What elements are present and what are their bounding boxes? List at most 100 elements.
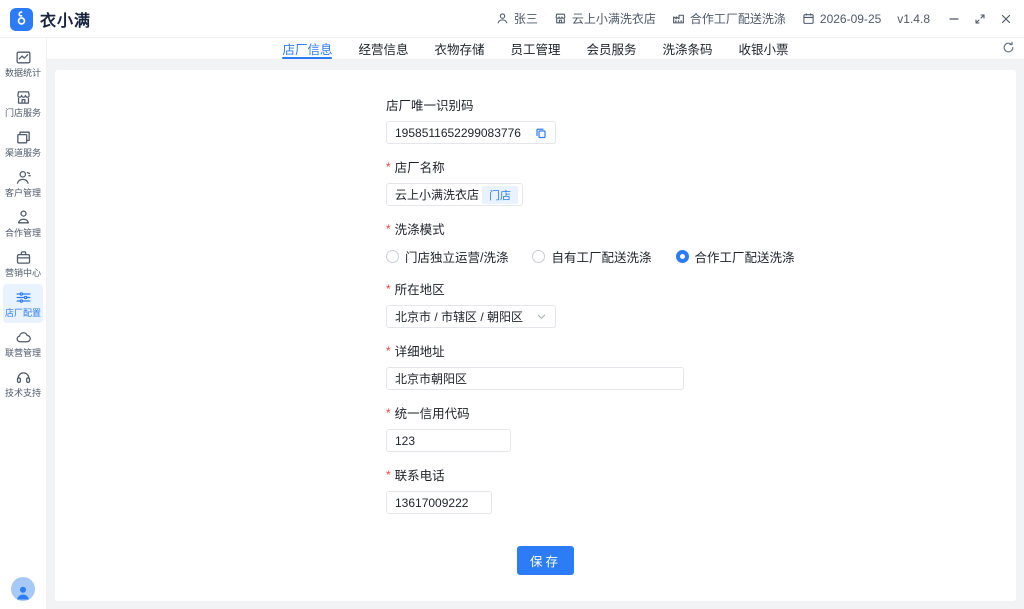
wash-mode-radio-group: 门店独立运营/洗涤 自有工厂配送洗涤 合作工厂配送洗涤: [386, 245, 1016, 266]
region-select[interactable]: 北京市 / 市辖区 / 朝阳区: [386, 305, 556, 328]
field-label: * 店厂名称: [386, 157, 1016, 176]
app-logo: 衣小满: [10, 6, 91, 31]
sidebar-item-label: 客户管理: [5, 189, 41, 199]
phone-input[interactable]: 13617009222: [386, 491, 492, 514]
avatar-person-icon: [14, 583, 32, 601]
refresh-icon: [1002, 41, 1015, 54]
radio-partner-factory-wash[interactable]: 合作工厂配送洗涤: [676, 247, 795, 266]
address-input[interactable]: 北京市朝阳区: [386, 367, 684, 390]
field-label: * 详细地址: [386, 341, 1016, 360]
field-label: * 洗涤模式: [386, 219, 1016, 238]
current-user[interactable]: 张三: [496, 10, 538, 27]
sidebar-item-joint-management[interactable]: 联营管理: [3, 324, 43, 363]
sidebar-item-label: 联营管理: [5, 349, 41, 359]
current-wash-mode[interactable]: 合作工厂配送洗涤: [672, 10, 786, 27]
close-icon: [1000, 13, 1012, 25]
sidebar: 数据统计 门店服务 渠道服务 客户管理 合作管理 营销中心 店厂配置 联营管理: [0, 38, 47, 609]
form-item-credit-code: * 统一信用代码 123: [386, 403, 1016, 452]
sidebar-item-label: 营销中心: [5, 269, 41, 279]
sidebar-item-customer-management[interactable]: 客户管理: [3, 164, 43, 203]
sidebar-item-cooperation-management[interactable]: 合作管理: [3, 204, 43, 243]
required-asterisk: *: [386, 468, 391, 482]
customer-icon: [15, 169, 32, 186]
field-label: * 联系电话: [386, 465, 1016, 484]
cloud-icon: [15, 329, 32, 346]
field-label: 店厂唯一识别码: [386, 95, 1016, 114]
maximize-button[interactable]: [974, 13, 986, 25]
form-item-phone: * 联系电话 13617009222: [386, 465, 1016, 514]
user-avatar[interactable]: [11, 577, 35, 601]
hanger-logo-icon: [10, 8, 33, 31]
channel-icon: [15, 129, 32, 146]
field-label: * 所在地区: [386, 279, 1016, 298]
wash-mode-text: 合作工厂配送洗涤: [690, 10, 786, 27]
user-icon: [496, 12, 509, 25]
tab-store-info[interactable]: 店厂信息: [282, 38, 332, 59]
store-name-value: 云上小满洗衣店: [395, 186, 482, 203]
tab-wash-barcode[interactable]: 洗涤条码: [663, 38, 713, 59]
radio-own-factory-wash[interactable]: 自有工厂配送洗涤: [532, 247, 651, 266]
required-asterisk: *: [386, 222, 391, 236]
radio-circle-icon: [532, 250, 545, 263]
refresh-button[interactable]: [1002, 41, 1015, 59]
required-asterisk: *: [386, 344, 391, 358]
factory-icon: [672, 12, 685, 25]
tab-member-services[interactable]: 会员服务: [587, 38, 637, 59]
tab-business-info[interactable]: 经营信息: [358, 38, 408, 59]
tab-staff-management[interactable]: 员工管理: [510, 38, 560, 59]
copy-button[interactable]: [535, 127, 547, 139]
unique-id-value: 1958511652299083776: [395, 126, 535, 140]
required-asterisk: *: [386, 406, 391, 420]
sidebar-item-data-stats[interactable]: 数据统计: [3, 44, 43, 83]
store-type-badge: 门店: [482, 186, 518, 204]
required-asterisk: *: [386, 160, 391, 174]
cooperation-icon: [15, 209, 32, 226]
copy-icon: [535, 127, 547, 139]
app-title: 衣小满: [40, 7, 91, 31]
chevron-down-icon: [536, 311, 547, 322]
sidebar-item-tech-support[interactable]: 技术支持: [3, 364, 43, 403]
save-button[interactable]: 保存: [517, 546, 574, 575]
form-item-address: * 详细地址 北京市朝阳区: [386, 341, 1016, 390]
minimize-button[interactable]: [948, 13, 960, 25]
headset-icon: [15, 369, 32, 386]
user-name: 张三: [514, 10, 538, 27]
minimize-icon: [948, 13, 960, 25]
store-name: 云上小满洗衣店: [572, 10, 656, 27]
region-value: 北京市 / 市辖区 / 朝阳区: [395, 308, 536, 325]
sliders-icon: [15, 289, 32, 306]
phone-value: 13617009222: [395, 496, 483, 510]
form-item-store-name: * 店厂名称 云上小满洗衣店 门店: [386, 157, 1016, 206]
top-bar: 衣小满 张三 云上小满洗衣店 合作工厂配送洗涤 2026-09-25 v1.4.…: [0, 0, 1024, 38]
chart-icon: [15, 49, 32, 66]
sidebar-item-label: 门店服务: [5, 109, 41, 119]
maximize-icon: [974, 13, 986, 25]
tab-receipt[interactable]: 收银小票: [739, 38, 789, 59]
storefront-icon: [15, 89, 32, 106]
credit-code-value: 123: [395, 434, 502, 448]
sidebar-item-label: 数据统计: [5, 69, 41, 79]
form-item-wash-mode: * 洗涤模式 门店独立运营/洗涤 自有工厂配送洗涤: [386, 219, 1016, 266]
sidebar-item-store-services[interactable]: 门店服务: [3, 84, 43, 123]
store-info-form-card: 店厂唯一识别码 1958511652299083776 * 店厂名称: [55, 70, 1016, 601]
current-date[interactable]: 2026-09-25: [802, 12, 881, 26]
close-button[interactable]: [1000, 13, 1012, 25]
calendar-icon: [802, 12, 815, 25]
sidebar-item-store-config[interactable]: 店厂配置: [3, 284, 43, 323]
credit-code-input[interactable]: 123: [386, 429, 511, 452]
unique-id-input[interactable]: 1958511652299083776: [386, 121, 556, 144]
field-label: * 统一信用代码: [386, 403, 1016, 422]
sidebar-item-channel-services[interactable]: 渠道服务: [3, 124, 43, 163]
current-store[interactable]: 云上小满洗衣店: [554, 10, 656, 27]
form-item-region: * 所在地区 北京市 / 市辖区 / 朝阳区: [386, 279, 1016, 328]
address-value: 北京市朝阳区: [395, 370, 675, 387]
date-text: 2026-09-25: [820, 12, 881, 26]
sidebar-item-label: 店厂配置: [5, 309, 41, 319]
tab-bar: 店厂信息 经营信息 衣物存储 员工管理 会员服务 洗涤条码 收银小票: [47, 38, 1024, 60]
version-text: v1.4.8: [897, 12, 930, 26]
sidebar-item-marketing-center[interactable]: 营销中心: [3, 244, 43, 283]
storefront-icon: [554, 12, 567, 25]
tab-clothes-storage[interactable]: 衣物存储: [434, 38, 484, 59]
radio-independent-wash[interactable]: 门店独立运营/洗涤: [386, 247, 508, 266]
store-name-input[interactable]: 云上小满洗衣店 门店: [386, 183, 523, 206]
